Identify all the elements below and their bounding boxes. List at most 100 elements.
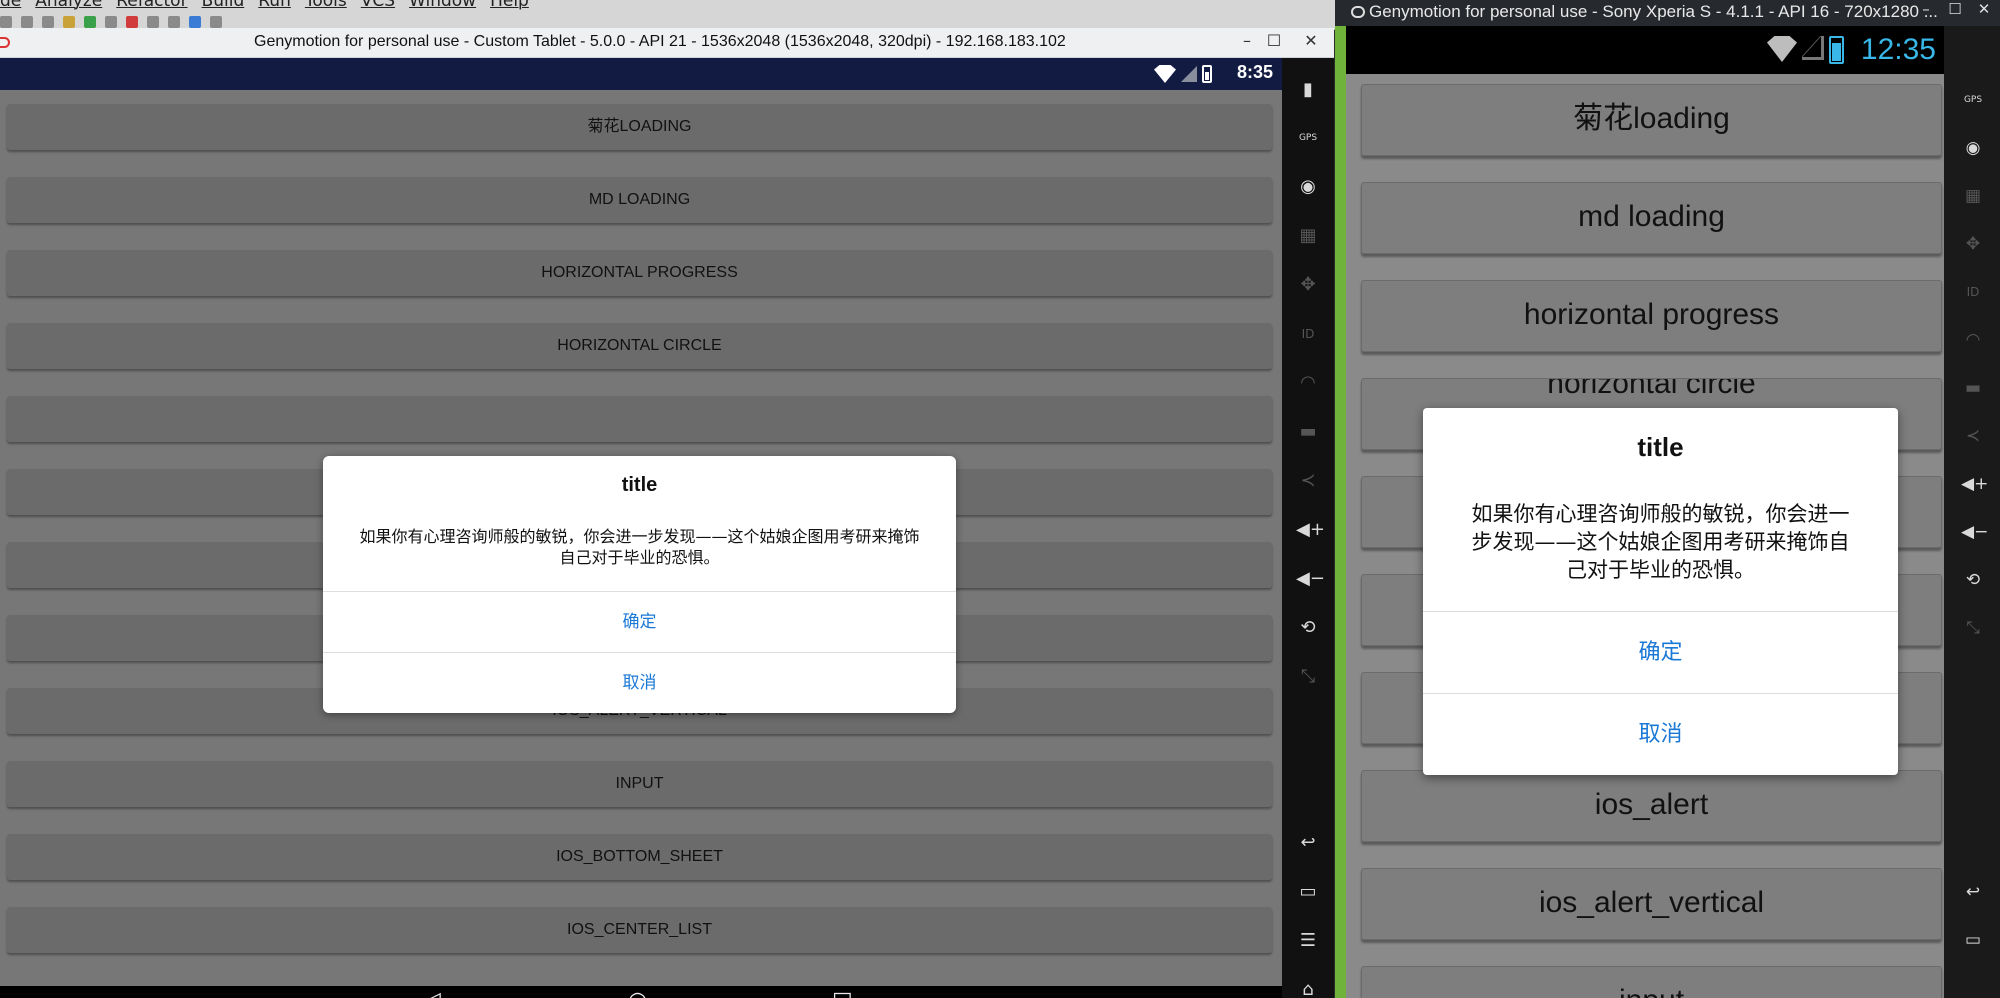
sms-icon[interactable]: ▬ (1961, 376, 1985, 400)
dialog-cancel-button[interactable]: 取消 (1423, 693, 1898, 775)
list-button[interactable]: MD LOADING (7, 177, 1272, 223)
dialog-confirm-button[interactable]: 确定 (1423, 611, 1898, 693)
back-icon[interactable]: ↩ (1296, 831, 1320, 855)
dialog-confirm-button[interactable]: 确定 (323, 591, 956, 651)
toolbar-icon[interactable] (42, 16, 54, 28)
ide-menu: de Analyze Refactor Build Run Tools VCS … (0, 0, 529, 11)
movie-icon[interactable]: ▦ (1296, 224, 1320, 248)
list-button[interactable]: IOS_BOTTOM_SHEET (7, 834, 1272, 880)
recent-apps-icon[interactable]: ▭ (1961, 928, 1985, 952)
rss-icon[interactable]: ◠ (1961, 328, 1985, 352)
close-button[interactable]: ✕ (1301, 31, 1321, 50)
genymotion-icon (0, 37, 10, 48)
device-screen: 12:35 菊花loading md loading horizontal pr… (1346, 26, 1944, 998)
toolbar-icon[interactable] (105, 16, 117, 28)
id-icon[interactable]: ID (1296, 322, 1320, 346)
dpad-icon[interactable]: ✥ (1296, 273, 1320, 297)
toolbar-icon[interactable] (168, 16, 180, 28)
list-button[interactable] (7, 396, 1272, 442)
id-icon[interactable]: ID (1961, 280, 1985, 304)
home-icon[interactable]: ○ (628, 990, 647, 998)
toolbar-icon[interactable] (147, 16, 159, 28)
alert-dialog: title 如果你有心理咨询师般的敏锐，你会进一步发现——这个姑娘企图用考研来掩… (323, 456, 956, 713)
ide-menu-item[interactable]: Window (409, 0, 476, 11)
wifi-icon (1154, 65, 1176, 83)
toolbar-icon[interactable] (210, 16, 222, 28)
ide-menu-item[interactable]: de (0, 0, 21, 11)
toolbar-icon[interactable] (21, 16, 33, 28)
toolbar-icon[interactable] (84, 16, 96, 28)
ide-menu-item[interactable]: Build (202, 0, 245, 11)
ide-menu-item[interactable]: Help (490, 0, 529, 11)
emulator-side-toolbar: GPS ◉ ▦ ✥ ID ◠ ▬ ≺ ◀+ ◀− ⟲ ⤡ ↩ ▭ (1944, 26, 2000, 998)
toolbar-icon[interactable] (0, 16, 12, 28)
status-bar: 8:35 (0, 58, 1282, 90)
list-button[interactable]: 菊花LOADING (7, 104, 1272, 150)
list-button[interactable]: INPUT (7, 761, 1272, 807)
nav-bar: ◁ ○ □ (0, 986, 1282, 998)
ide-menu-item[interactable]: VCS (361, 0, 395, 11)
toolbar-icon[interactable] (189, 16, 201, 28)
tablet-emulator-window: Genymotion for personal use - Custom Tab… (0, 28, 1334, 998)
window-titlebar[interactable]: Genymotion for personal use - Sony Xperi… (1335, 0, 2000, 26)
share-icon[interactable]: ≺ (1296, 469, 1320, 493)
recent-apps-icon[interactable]: ▭ (1296, 880, 1320, 904)
scale-icon[interactable]: ⤡ (1296, 665, 1320, 689)
back-icon[interactable]: ↩ (1961, 880, 1985, 904)
volume-down-icon[interactable]: ◀− (1961, 520, 1988, 544)
toolbar-icon[interactable] (126, 16, 138, 28)
wifi-icon (1767, 36, 1797, 62)
maximize-button[interactable]: ☐ (1946, 0, 1964, 18)
gps-icon[interactable]: GPS (1961, 88, 1985, 112)
rotate-icon[interactable]: ⟲ (1961, 568, 1985, 592)
list-button[interactable]: horizontal progress (1361, 280, 1942, 352)
list-button[interactable]: HORIZONTAL PROGRESS (7, 250, 1272, 296)
rotate-icon[interactable]: ⟲ (1296, 616, 1320, 640)
scale-icon[interactable]: ⤡ (1961, 616, 1985, 640)
dialog-message: 如果你有心理咨询师般的敏锐，你会进一步发现——这个姑娘企图用考研来掩饰自己对于毕… (1471, 502, 1850, 582)
menu-icon[interactable]: ☰ (1296, 929, 1320, 953)
minimize-button[interactable]: – (1917, 0, 1935, 18)
gps-icon[interactable]: GPS (1296, 126, 1320, 150)
dpad-icon[interactable]: ✥ (1961, 232, 1985, 256)
sms-icon[interactable]: ▬ (1296, 420, 1320, 444)
window-titlebar[interactable]: Genymotion for personal use - Custom Tab… (0, 28, 1334, 58)
list-button[interactable]: ios_alert (1361, 770, 1942, 842)
window-border (1335, 0, 1346, 998)
webcam-icon[interactable]: ◉ (1961, 136, 1985, 160)
volume-down-icon[interactable]: ◀− (1296, 567, 1325, 591)
list-button[interactable]: IOS_CENTER_LIST (7, 907, 1272, 953)
battery-icon[interactable]: ▮ (1296, 78, 1320, 102)
home-icon[interactable]: ⌂ (1296, 978, 1320, 998)
device-screen: 8:35 菊花LOADING MD LOADING HORIZONTAL PRO… (0, 58, 1282, 998)
ide-menu-item[interactable]: Tools (305, 0, 347, 11)
status-time: 12:35 (1860, 33, 1936, 66)
rss-icon[interactable]: ◠ (1296, 371, 1320, 395)
ide-menu-item[interactable]: Analyze (35, 0, 102, 11)
toolbar-icon[interactable] (63, 16, 75, 28)
ide-menu-item[interactable]: Run (258, 0, 291, 11)
movie-icon[interactable]: ▦ (1961, 184, 1985, 208)
webcam-icon[interactable]: ◉ (1296, 175, 1320, 199)
emulator-side-toolbar: ▮ GPS ◉ ▦ ✥ ID ◠ ▬ ≺ ◀+ ◀− ⟲ ⤡ ↩ ▭ ☰ ⌂ (1282, 58, 1334, 998)
ide-menubar: de Analyze Refactor Build Run Tools VCS … (0, 0, 1340, 30)
minimize-button[interactable]: – (1237, 31, 1257, 50)
list-button[interactable]: md loading (1361, 182, 1942, 254)
dialog-cancel-button[interactable]: 取消 (323, 652, 956, 712)
phone-emulator-window: Genymotion for personal use - Sony Xperi… (1335, 0, 2000, 998)
back-icon[interactable]: ◁ (424, 990, 441, 998)
list-button[interactable]: input (1361, 966, 1942, 998)
list-button[interactable]: 菊花loading (1361, 84, 1942, 156)
ide-menu-item[interactable]: Refactor (116, 0, 187, 11)
window-title: Genymotion for personal use - Custom Tab… (254, 33, 1066, 50)
maximize-button[interactable]: ☐ (1264, 31, 1284, 50)
dialog-title: title (1637, 432, 1684, 462)
volume-up-icon[interactable]: ◀+ (1296, 518, 1325, 542)
list-button[interactable]: ios_alert_vertical (1361, 868, 1942, 940)
share-icon[interactable]: ≺ (1961, 424, 1985, 448)
volume-up-icon[interactable]: ◀+ (1961, 472, 1988, 496)
close-button[interactable]: ✕ (1975, 0, 1993, 18)
list-button[interactable]: HORIZONTAL CIRCLE (7, 323, 1272, 369)
recent-apps-icon[interactable]: □ (832, 990, 853, 998)
window-title: Genymotion for personal use - Sony Xperi… (1369, 2, 1938, 21)
